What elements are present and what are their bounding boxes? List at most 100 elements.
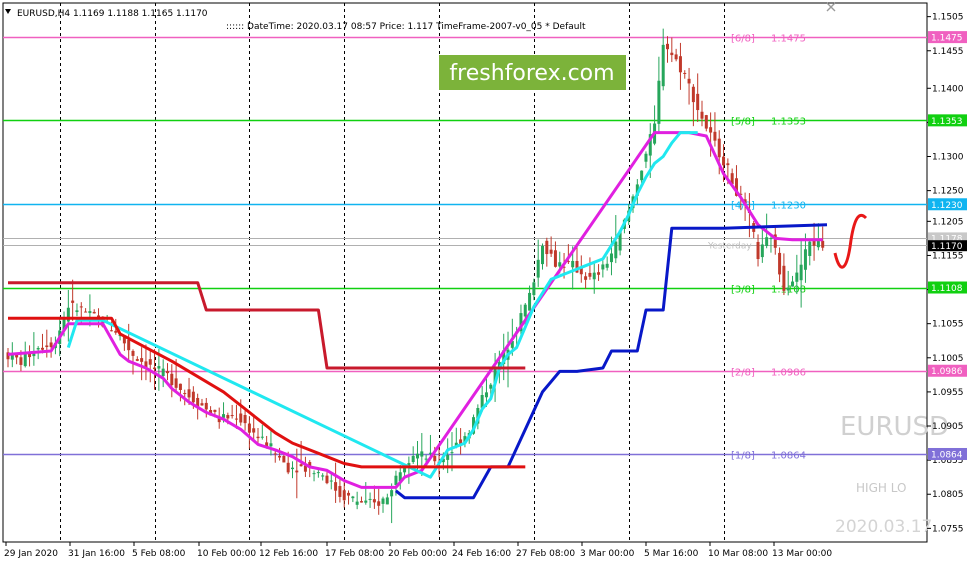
candle-body	[674, 54, 678, 60]
candle-body	[329, 480, 333, 482]
candle-body	[769, 238, 773, 240]
candle-body	[666, 43, 670, 50]
level-tag: [3/8]	[731, 285, 755, 296]
brand-text: freshforex.com	[449, 61, 614, 86]
candle-body	[605, 263, 609, 268]
candle-body	[226, 415, 230, 419]
candle-body	[84, 311, 88, 313]
level-tag: [2/8]	[731, 368, 755, 379]
candle-body	[23, 352, 27, 367]
x-tick-label: 13 Mar 00:00	[772, 549, 832, 559]
x-tick-label: 10 Feb 00:00	[197, 549, 256, 559]
candle-body	[127, 339, 131, 351]
candle-body	[592, 272, 596, 280]
level-price-tag-label: 1.1475	[931, 34, 963, 44]
candle-body	[334, 482, 338, 491]
candle-body	[92, 311, 96, 314]
candle-body	[803, 249, 807, 270]
candle-body	[450, 452, 454, 454]
candle-body	[704, 115, 708, 129]
candle-body	[247, 423, 251, 433]
candle-body	[79, 306, 83, 308]
candle-body	[347, 492, 351, 496]
candle-body	[782, 265, 786, 291]
level-tag-value: 1.1475	[771, 34, 806, 45]
candle-body	[416, 453, 419, 459]
y-tick-label: 1.0755	[932, 524, 964, 534]
level-tag-value: 1.1230	[771, 201, 806, 212]
candle-body	[377, 501, 381, 506]
candle-body	[381, 498, 385, 504]
candle-body	[722, 156, 726, 166]
y-tick-label: 1.1205	[932, 217, 964, 227]
candle-body	[312, 473, 316, 475]
candle-body	[191, 391, 195, 403]
candle-body	[178, 383, 182, 390]
candle-body	[553, 250, 557, 267]
candle-body	[161, 368, 165, 377]
candle-body	[342, 490, 346, 501]
candle-body	[795, 272, 799, 282]
x-tick-label: 5 Mar 16:00	[644, 549, 699, 559]
level-price-tag-label: 1.1108	[931, 284, 963, 294]
x-tick-label: 20 Feb 00:00	[388, 549, 447, 559]
candle-body	[290, 467, 294, 470]
x-tick-label: 29 Jan 2020	[4, 549, 58, 559]
y-tick-label: 1.1505	[932, 13, 964, 23]
candle-body	[368, 498, 372, 500]
candle-body	[325, 475, 329, 484]
candle-body	[700, 111, 704, 119]
candle-body	[165, 371, 169, 374]
candle-body	[187, 389, 191, 398]
candle-body	[286, 462, 290, 473]
y-tick-label: 1.1005	[932, 354, 964, 364]
watermark-datetime: 2020.03.17	[835, 517, 932, 537]
candle-body	[295, 470, 299, 473]
candle-body	[791, 281, 795, 287]
candle-body	[420, 451, 424, 457]
candle-body	[390, 490, 394, 497]
indicator-info: :::::: DateTime: 2020.03.17 08:57 Price:…	[226, 22, 586, 32]
candle-body	[713, 131, 717, 141]
candle-body	[394, 475, 398, 485]
y-tick-label: 1.1400	[932, 84, 964, 94]
candle-body	[678, 56, 682, 73]
level-tag: [1/8]	[731, 451, 755, 462]
candle-body	[351, 496, 355, 499]
candle-body	[696, 93, 700, 111]
chart-svg: [6/8]1.1475[5/8]1.1353[4/8]1.1230[3/8]1.…	[0, 0, 970, 565]
candle-body	[45, 345, 49, 348]
candle-body	[601, 264, 605, 270]
symbol-info: EURUSD,H4 1.1169 1.1188 1.1165 1.1170	[17, 9, 208, 19]
candle-body	[200, 403, 204, 406]
candle-body	[140, 358, 144, 362]
candle-body	[114, 330, 118, 333]
y-tick-label: 1.1155	[932, 251, 964, 261]
candle-body	[687, 78, 691, 84]
level-price-tag-label: 1.1230	[931, 201, 963, 211]
candle-body	[609, 253, 613, 263]
candle-body	[786, 287, 790, 291]
candle-body	[252, 428, 256, 433]
candle-body	[433, 455, 437, 462]
candle-body	[230, 415, 234, 417]
x-tick-label: 27 Feb 08:00	[516, 549, 575, 559]
candle-body	[109, 330, 113, 332]
candle-body	[170, 373, 174, 386]
candle-body	[174, 378, 178, 388]
candle-body	[523, 304, 527, 317]
candle-body	[614, 241, 618, 259]
price-chart[interactable]: [6/8]1.1475[5/8]1.1353[4/8]1.1230[3/8]1.…	[0, 0, 970, 565]
candle-body	[364, 500, 368, 503]
candle-body	[709, 127, 713, 133]
yesterday-label: Yesterday	[707, 242, 752, 252]
candle-body	[541, 245, 545, 265]
candle-body	[204, 402, 208, 410]
level-tag: [5/8]	[731, 117, 755, 128]
candle-body	[269, 443, 273, 447]
candle-body	[571, 260, 575, 268]
y-tick-label: 1.1455	[932, 47, 964, 57]
candle-body	[19, 357, 23, 365]
candle-body	[816, 241, 820, 248]
y-tick-label: 1.1250	[932, 187, 964, 197]
